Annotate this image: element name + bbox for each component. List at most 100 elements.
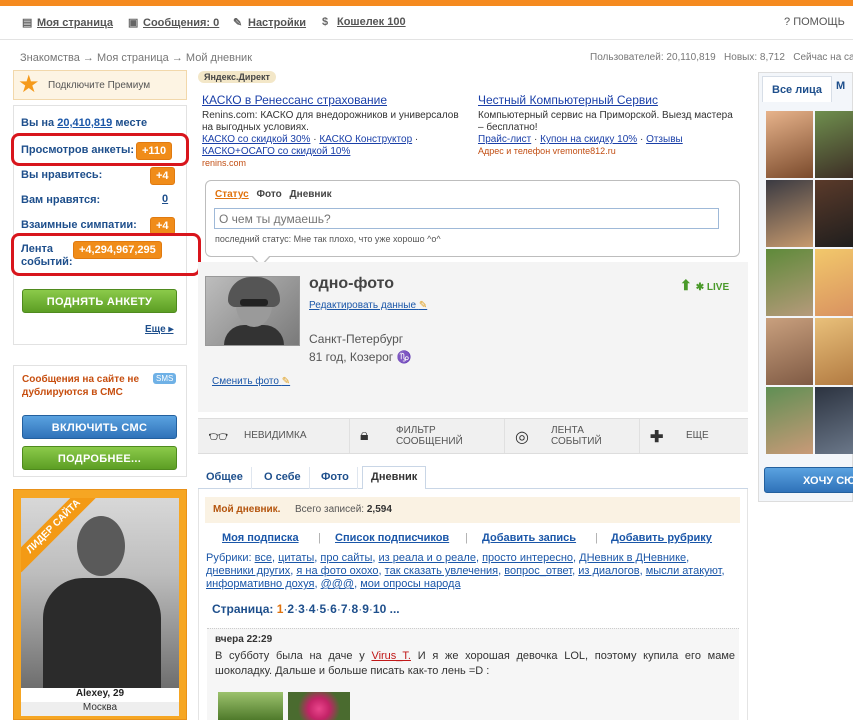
- enable-sms-button[interactable]: ВКЛЮЧИТЬ СМС: [22, 415, 177, 439]
- you-like-badge[interactable]: +4: [150, 167, 175, 185]
- page-link[interactable]: 6: [330, 602, 337, 616]
- live-badge[interactable]: ⬆ ✱ LIVE: [680, 277, 729, 294]
- change-photo-link[interactable]: Сменить фото ✎: [212, 376, 290, 387]
- face-thumbnail[interactable]: [766, 318, 813, 385]
- profile-avatar[interactable]: [205, 276, 300, 346]
- breadcrumb-item: Мой дневник: [185, 52, 253, 64]
- rubric-link[interactable]: так сказать увлечения: [385, 565, 498, 577]
- events-feed-button[interactable]: ◎ ЛЕНТА СОБЫТИЙ: [505, 419, 640, 453]
- face-thumbnail[interactable]: [766, 111, 813, 178]
- ad-left-link[interactable]: КАСКО со скидкой 30%: [202, 134, 310, 145]
- rubric-link[interactable]: дневники других: [206, 565, 290, 577]
- help-icon: ?: [784, 16, 794, 28]
- tab-photo[interactable]: Фото: [313, 467, 358, 489]
- my-subscription-link[interactable]: Моя подписка: [222, 532, 299, 544]
- tab-about[interactable]: О себе: [256, 467, 310, 489]
- face-thumbnail[interactable]: [766, 249, 813, 316]
- tab-all-faces[interactable]: Все лица: [762, 76, 832, 102]
- status-box: Статус Фото Дневник последний статус: Мн…: [205, 180, 740, 267]
- tab-general[interactable]: Общее: [198, 467, 252, 489]
- highlight-views: [11, 133, 189, 166]
- nav-help[interactable]: ? ПОМОЩЬ: [784, 16, 845, 28]
- page-more[interactable]: ...: [390, 602, 400, 616]
- leader-name[interactable]: Alexey, 29: [21, 688, 179, 702]
- premium-banner[interactable]: ★ Подключите Премиум: [13, 70, 187, 100]
- rank-link[interactable]: 20,410,819: [57, 117, 112, 129]
- page-link[interactable]: 7: [341, 602, 348, 616]
- rubric-link[interactable]: мои опросы народа: [360, 578, 460, 590]
- ad-left-title[interactable]: КАСКО в Ренессанс страхование: [202, 93, 467, 107]
- raise-profile-button[interactable]: ПОДНЯТЬ АНКЕТУ: [22, 289, 177, 313]
- rubric-link[interactable]: информативно дохуя: [206, 578, 314, 590]
- status-tab[interactable]: Статус: [215, 189, 249, 200]
- page-link[interactable]: 9: [362, 602, 369, 616]
- add-entry-link[interactable]: Добавить запись: [482, 532, 576, 544]
- post-user-link[interactable]: Virus_T.: [371, 650, 411, 662]
- post-photo[interactable]: [288, 692, 350, 720]
- rubric-link[interactable]: просто интересно: [482, 552, 573, 564]
- tab-other[interactable]: М: [836, 80, 845, 92]
- details-button[interactable]: ПОДРОБНЕЕ...: [22, 446, 177, 470]
- nav-my-page[interactable]: ▤ Моя страница: [22, 16, 113, 29]
- ad-right-link[interactable]: Купон на скидку 10%: [540, 134, 637, 145]
- rubric-link[interactable]: все: [255, 552, 272, 564]
- rubric-link[interactable]: @@@: [321, 578, 355, 590]
- leaf-icon: ✱: [695, 282, 705, 293]
- subscribers-link[interactable]: Список подписчиков: [335, 532, 449, 544]
- home-icon: ▤: [22, 17, 33, 29]
- they-like-label[interactable]: Вам нравятся:: [21, 194, 100, 206]
- tab-diary[interactable]: Дневник: [362, 466, 427, 490]
- face-thumbnail[interactable]: [766, 387, 813, 454]
- ad-right-link[interactable]: Прайс-лист: [478, 134, 531, 145]
- want-here-button[interactable]: ХОЧУ СЮ: [764, 467, 853, 493]
- ad-right-link[interactable]: Отзывы: [646, 134, 683, 145]
- add-rubric-link[interactable]: Добавить рубрику: [611, 532, 712, 544]
- face-thumbnail[interactable]: [766, 180, 813, 247]
- post-photo[interactable]: [218, 692, 283, 720]
- rank-row: Вы на 20,410,819 месте: [21, 117, 148, 129]
- arrow-up-icon: ⬆: [680, 277, 692, 293]
- sms-text: Сообщения на сайте не дублируются в СМС: [22, 374, 140, 398]
- face-thumbnail[interactable]: [815, 387, 853, 454]
- sms-tag: SMS: [153, 373, 177, 384]
- rubric-link[interactable]: ДНевник в ДНевнике: [579, 552, 686, 564]
- rubric-link[interactable]: вопрос_ответ: [504, 565, 572, 577]
- rubric-link[interactable]: цитаты: [278, 552, 314, 564]
- disc-icon: ◎: [515, 429, 529, 446]
- nav-wallet[interactable]: $ Кошелек 100: [322, 16, 406, 28]
- edit-profile-link[interactable]: Редактировать данные ✎: [309, 300, 427, 311]
- post-text: В субботу была на даче у Virus_T. И я же…: [215, 650, 736, 677]
- action-bar: 👓︎ НЕВИДИМКА 🔒︎ ФИЛЬТР СООБЩЕНИЙ ◎ ЛЕНТА С…: [198, 418, 748, 454]
- status-diary-tab[interactable]: Дневник: [290, 189, 332, 200]
- breadcrumb-item[interactable]: Знакомства: [20, 52, 80, 64]
- page-link[interactable]: 3: [298, 602, 305, 616]
- status-photo-tab[interactable]: Фото: [256, 189, 281, 200]
- ad-left-link[interactable]: КАСКО Конструктор: [319, 134, 412, 145]
- rubric-link[interactable]: из реала и о реале: [378, 552, 475, 564]
- site-leader-card[interactable]: ЛИДЕР САЙТА Alexey, 29 Москва: [13, 489, 187, 720]
- ad-right-title[interactable]: Честный Компьютерный Сервис: [478, 93, 740, 107]
- nav-messages[interactable]: ▣ Сообщения: 0: [128, 16, 219, 29]
- rubric-link[interactable]: мысли атакуют: [646, 565, 722, 577]
- page-link[interactable]: 10: [373, 602, 386, 616]
- breadcrumb-item[interactable]: Моя страница: [97, 52, 169, 64]
- status-input[interactable]: [214, 208, 719, 229]
- more-actions-button[interactable]: ✚ ЕЩЕ: [640, 419, 748, 453]
- mutual-label[interactable]: Взаимные симпатии:: [21, 219, 137, 231]
- rubric-link[interactable]: из диалогов: [578, 565, 639, 577]
- invisible-button[interactable]: 👓︎ НЕВИДИМКА: [198, 419, 350, 453]
- face-thumbnail[interactable]: [815, 249, 853, 316]
- nav-settings[interactable]: ✎ Настройки: [233, 16, 306, 29]
- filter-messages-button[interactable]: 🔒︎ ФИЛЬТР СООБЩЕНИЙ: [350, 419, 505, 453]
- face-thumbnail[interactable]: [815, 318, 853, 385]
- face-thumbnail[interactable]: [815, 180, 853, 247]
- more-link[interactable]: Еще ▸: [145, 324, 173, 335]
- glasses-icon: 👓︎: [208, 429, 229, 446]
- highlight-feed: [11, 233, 201, 276]
- rubric-link[interactable]: про сайты: [320, 552, 372, 564]
- rubric-link[interactable]: я на фото охохо: [296, 565, 378, 577]
- you-like-label[interactable]: Вы нравитесь:: [21, 169, 102, 181]
- leader-photo[interactable]: ЛИДЕР САЙТА: [21, 498, 179, 688]
- face-thumbnail[interactable]: [815, 111, 853, 178]
- ad-left-link[interactable]: КАСКО+ОСАГО со скидкой 10%: [202, 146, 350, 157]
